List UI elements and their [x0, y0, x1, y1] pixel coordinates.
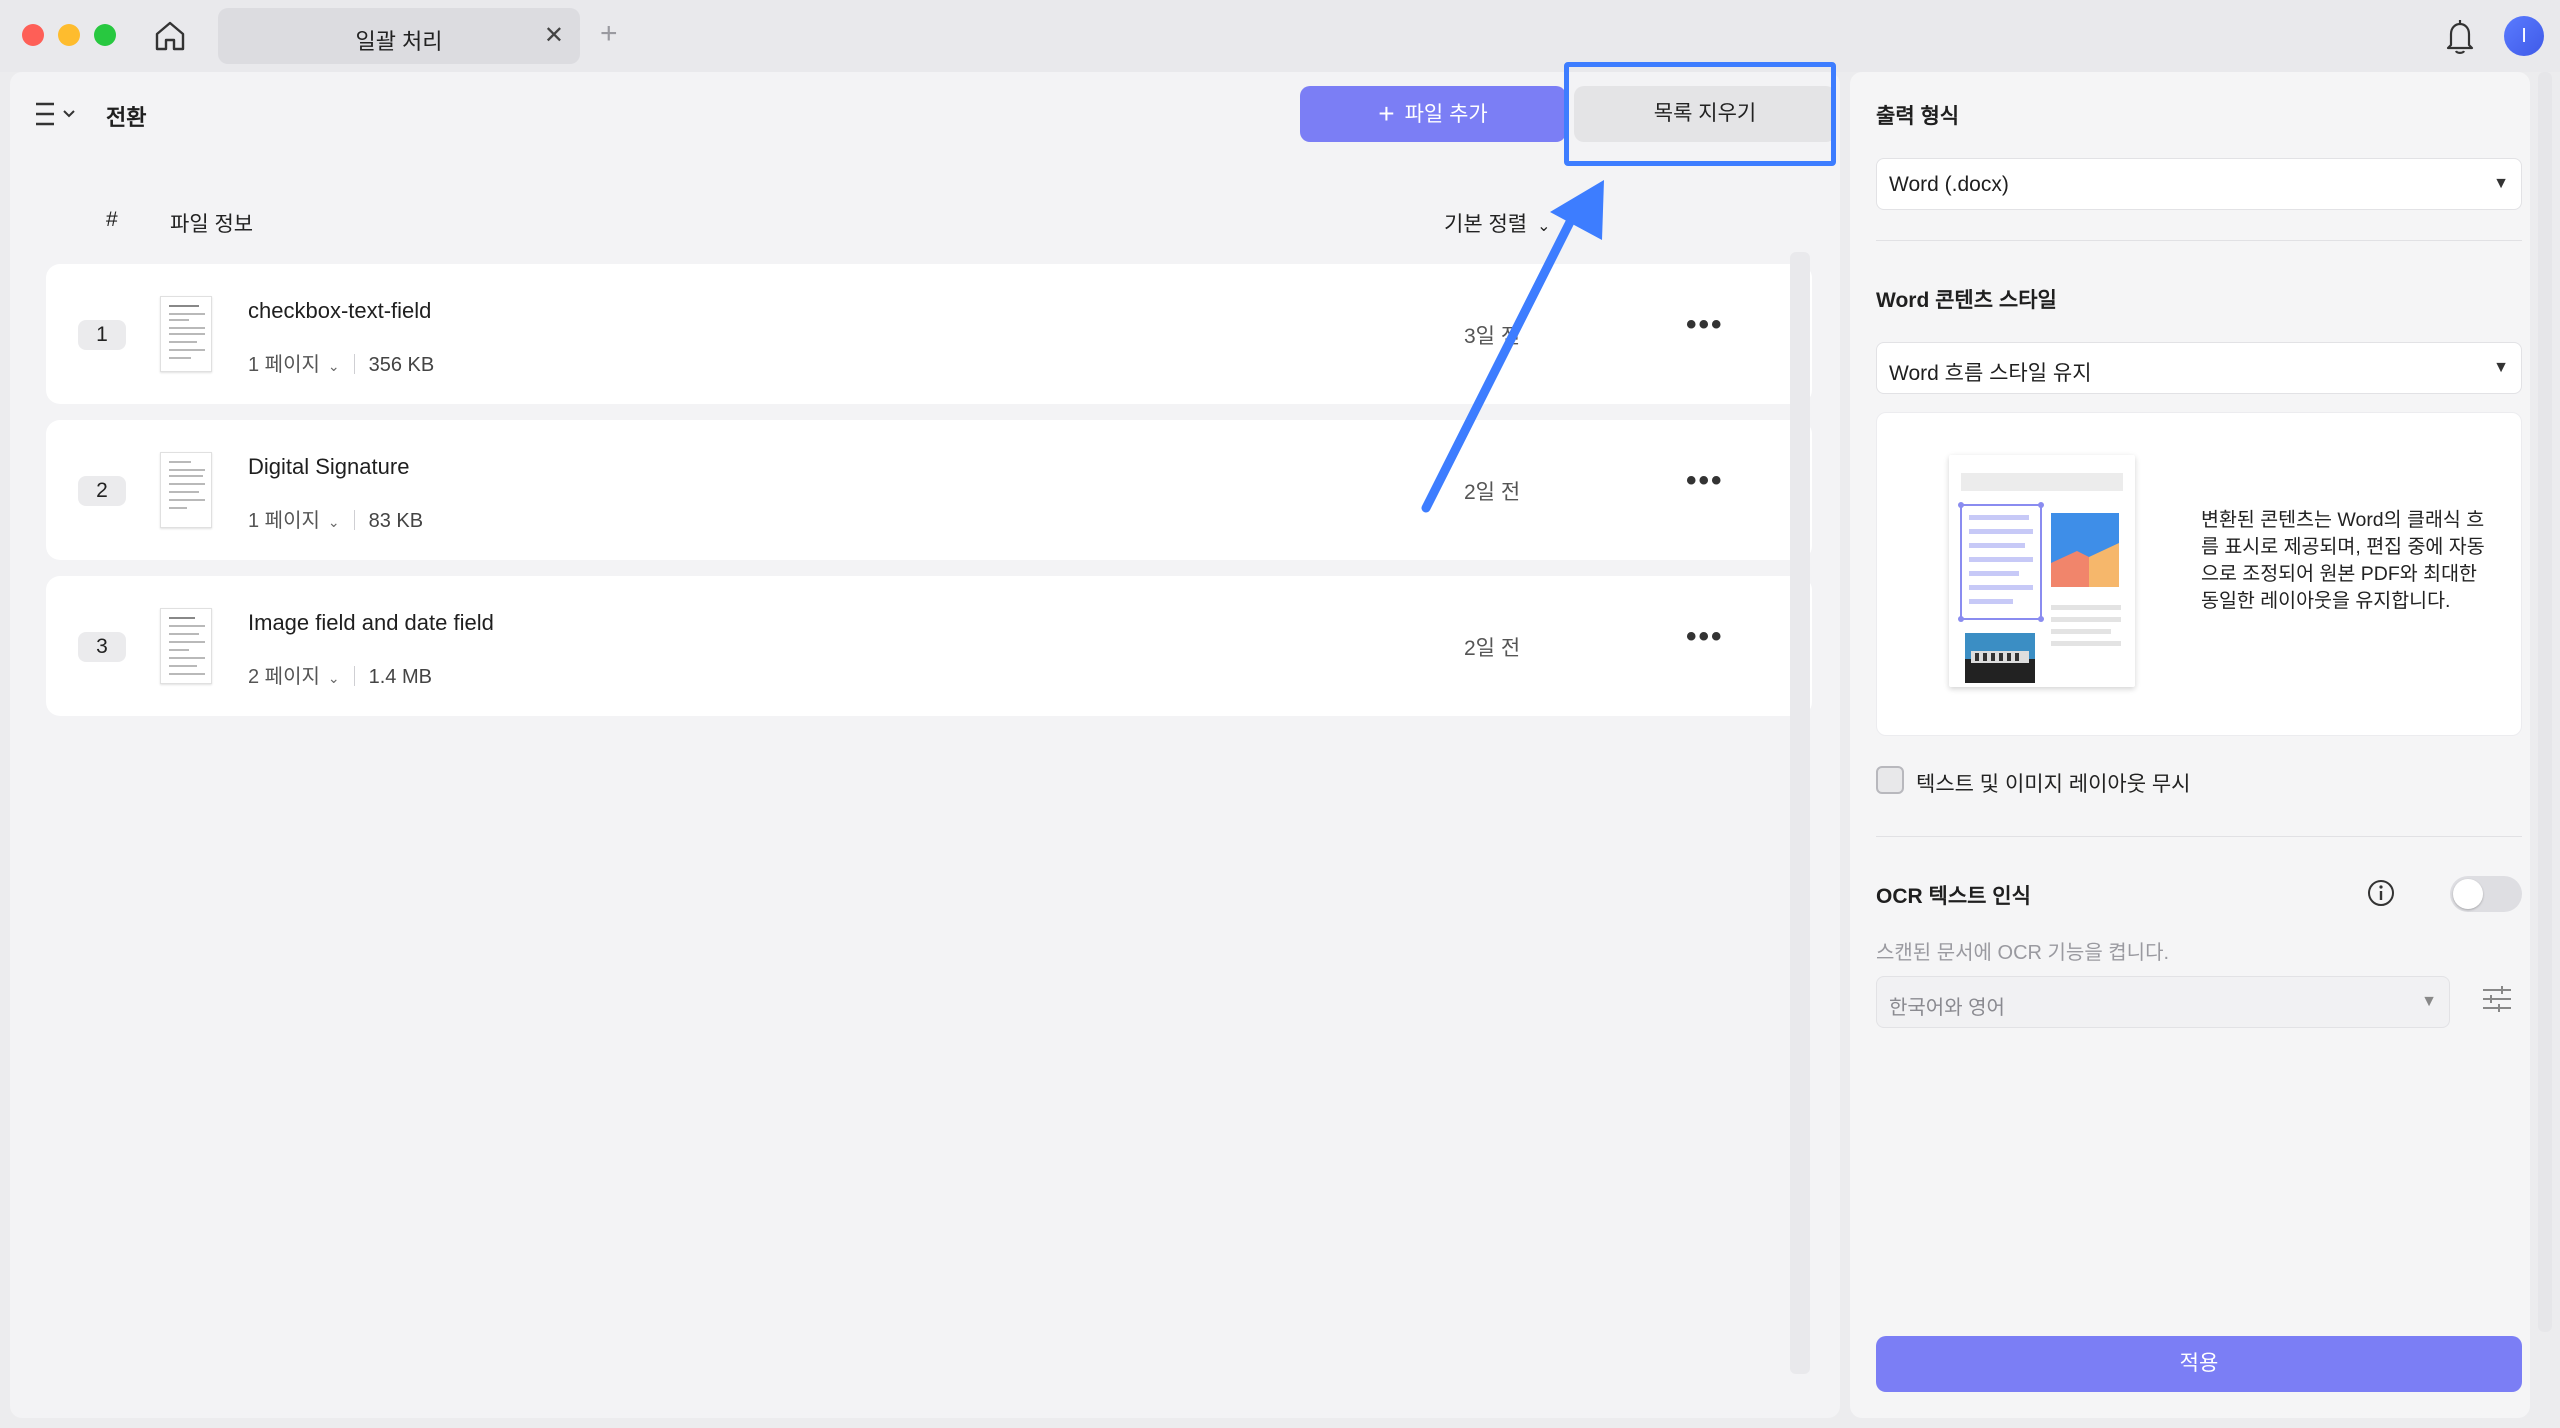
file-meta: 1 페이지 ⌄ 356 KB — [248, 348, 434, 377]
file-name: checkbox-text-field — [248, 298, 432, 323]
chevron-down-icon: ⌄ — [327, 358, 340, 374]
page-count: 1 페이지 — [248, 354, 320, 376]
content-style-value: Word 흐름 스타일 유지 — [1889, 362, 2092, 385]
table-row[interactable]: 1 checkbox-text-field 1 페이지 ⌄ 356 KB 3일 전 … — [46, 264, 1812, 404]
toggle-knob — [2453, 879, 2483, 909]
file-meta: 2 페이지 ⌄ 1.4 MB — [248, 660, 432, 689]
file-thumbnail — [160, 608, 212, 684]
tab-close-icon[interactable]: ✕ — [544, 22, 564, 50]
column-header-file-info: 파일 정보 — [170, 213, 254, 236]
add-file-button[interactable]: + 파일 추가 — [1300, 86, 1566, 142]
plus-icon: + — [1378, 98, 1395, 129]
page-count: 1 페이지 — [248, 510, 320, 532]
home-icon[interactable] — [152, 18, 188, 54]
document-preview-illustration — [1949, 455, 2135, 687]
caret-down-icon: ▼ — [2493, 359, 2509, 376]
file-size: 1.4 MB — [368, 666, 432, 688]
file-meta: 1 페이지 ⌄ 83 KB — [248, 504, 423, 533]
row-index: 2 — [78, 476, 126, 506]
file-modified: 3일 전 — [1464, 325, 1521, 348]
chevron-down-icon: ⌄ — [1537, 218, 1551, 235]
row-index: 1 — [78, 320, 126, 350]
settings-scrollbar[interactable] — [2538, 72, 2552, 1332]
file-modified: 2일 전 — [1464, 481, 1521, 504]
file-thumbnail — [160, 452, 212, 528]
minimize-window-button[interactable] — [58, 24, 80, 46]
sort-label: 기본 정렬 — [1444, 213, 1528, 236]
menu-icon[interactable] — [34, 100, 84, 130]
bell-icon[interactable] — [2442, 18, 2478, 56]
sort-dropdown[interactable]: 기본 정렬 ⌄ — [1444, 208, 1551, 238]
file-size: 83 KB — [368, 510, 424, 532]
ocr-language-select[interactable]: 한국어와 영어 ▼ — [1876, 976, 2450, 1028]
ocr-toggle[interactable] — [2450, 876, 2522, 912]
maximize-window-button[interactable] — [94, 24, 116, 46]
settings-panel: 출력 형식 Word (.docx) ▼ Word 콘텐츠 스타일 Word 흐… — [1850, 72, 2530, 1418]
file-modified: 2일 전 — [1464, 637, 1521, 660]
add-file-label: 파일 추가 — [1404, 103, 1488, 126]
output-format-value: Word (.docx) — [1889, 173, 2009, 196]
content-style-title: Word 콘텐츠 스타일 — [1876, 289, 2057, 312]
page-count: 2 페이지 — [248, 666, 320, 688]
sliders-icon[interactable] — [2480, 982, 2514, 1016]
page-count-dropdown[interactable]: 1 페이지 ⌄ — [248, 510, 340, 532]
title-bar: 일괄 처리 ✕ + I — [0, 0, 2560, 72]
chevron-down-icon: ⌄ — [327, 670, 340, 686]
divider — [1876, 836, 2522, 837]
file-name: Digital Signature — [248, 454, 410, 479]
new-tab-button[interactable]: + — [600, 16, 618, 52]
page-count-dropdown[interactable]: 2 페이지 ⌄ — [248, 666, 340, 688]
table-row[interactable]: 3 Image field and date field 2 페이지 ⌄ 1.4 M… — [46, 576, 1812, 716]
output-format-title: 출력 형식 — [1876, 105, 1960, 128]
ocr-title: OCR 텍스트 인식 — [1876, 885, 2031, 908]
row-index: 3 — [78, 632, 126, 662]
table-row[interactable]: 2 Digital Signature 1 페이지 ⌄ 83 KB 2일 전 ••• — [46, 420, 1812, 560]
more-options-icon[interactable]: ••• — [1686, 308, 1724, 342]
file-thumbnail — [160, 296, 212, 372]
chevron-down-icon: ⌄ — [327, 514, 340, 530]
column-header-number: # — [106, 208, 118, 231]
list-scrollbar[interactable] — [1790, 252, 1810, 1374]
apply-button[interactable]: 적용 — [1876, 1336, 2522, 1392]
ocr-description: 스캔된 문서에 OCR 기능을 켭니다. — [1876, 942, 2170, 964]
style-preview-card: 변환된 콘텐츠는 Word의 클래식 흐름 표시로 제공되며, 편집 중에 자동… — [1876, 412, 2522, 736]
tab-batch-process[interactable]: 일괄 처리 ✕ — [218, 8, 580, 64]
caret-down-icon: ▼ — [2493, 175, 2509, 192]
page-title: 전환 — [106, 105, 147, 130]
file-list-panel: 전환 + 파일 추가 목록 지우기 # 파일 정보 기본 정렬 ⌄ 1 checkb… — [10, 62, 1840, 1418]
caret-down-icon: ▼ — [2421, 993, 2437, 1010]
file-name: Image field and date field — [248, 610, 494, 635]
style-description: 변환된 콘텐츠는 Word의 클래식 흐름 표시로 제공되며, 편집 중에 자동… — [2201, 509, 2485, 612]
content-style-select[interactable]: Word 흐름 스타일 유지 ▼ — [1876, 342, 2522, 394]
ignore-layout-checkbox[interactable] — [1876, 766, 1904, 794]
divider — [1876, 240, 2522, 241]
info-icon[interactable] — [2366, 878, 2396, 908]
tab-label: 일괄 처리 — [355, 29, 443, 54]
page-count-dropdown[interactable]: 1 페이지 ⌄ — [248, 354, 340, 376]
highlight-box — [1564, 62, 1836, 166]
ocr-language-value: 한국어와 영어 — [1889, 997, 2005, 1019]
more-options-icon[interactable]: ••• — [1686, 464, 1724, 498]
file-size: 356 KB — [368, 354, 435, 376]
ignore-layout-label: 텍스트 및 이미지 레이아웃 무시 — [1916, 773, 2191, 796]
more-options-icon[interactable]: ••• — [1686, 620, 1724, 654]
avatar[interactable]: I — [2504, 16, 2544, 56]
output-format-select[interactable]: Word (.docx) ▼ — [1876, 158, 2522, 210]
close-window-button[interactable] — [22, 24, 44, 46]
